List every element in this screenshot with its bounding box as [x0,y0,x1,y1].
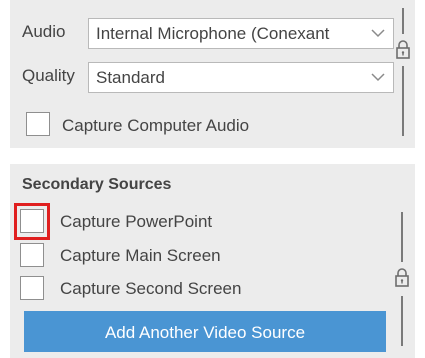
add-video-source-button[interactable]: Add Another Video Source [24,311,386,352]
capture-main-screen-checkbox[interactable] [20,243,44,267]
highlight-box [14,203,50,240]
capture-main-screen-label: Capture Main Screen [60,246,221,265]
lock-icon[interactable] [395,40,411,60]
chevron-down-icon [371,73,385,82]
lock-icon[interactable] [394,268,410,288]
audio-settings-panel: Audio Internal Microphone (Conexant Qual… [10,0,415,148]
chevron-down-icon [371,29,385,38]
audio-label: Audio [22,22,66,41]
audio-dropdown[interactable]: Internal Microphone (Conexant [88,18,394,49]
link-line-bottom [402,66,404,136]
audio-dropdown-value: Internal Microphone (Conexant [96,24,330,43]
capture-powerpoint-label: Capture PowerPoint [60,212,213,231]
quality-label: Quality [22,66,75,85]
capture-computer-audio-checkbox[interactable] [26,112,50,136]
section-title: Secondary Sources [22,176,172,193]
quality-dropdown-value: Standard [96,68,165,87]
capture-second-screen-checkbox[interactable] [20,276,44,300]
capture-second-screen-label: Capture Second Screen [60,279,242,298]
link-line-bottom [401,296,403,346]
link-line-top [401,212,403,262]
quality-dropdown[interactable]: Standard [88,62,394,93]
link-line-top [402,8,404,34]
capture-computer-audio-label: Capture Computer Audio [62,116,250,135]
recording-settings: Audio Internal Microphone (Conexant Qual… [0,0,425,358]
